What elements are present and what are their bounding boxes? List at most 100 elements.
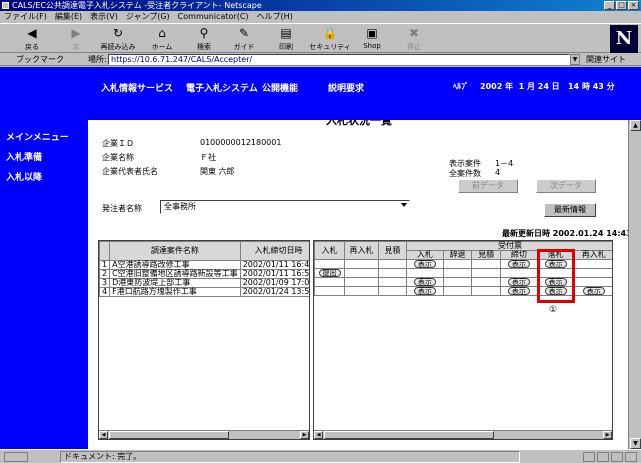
- scroll-left-icon[interactable]: ◀: [99, 431, 108, 439]
- related-sites-button[interactable]: 関連サイト: [586, 53, 626, 66]
- col-case-name: 調達案件名称: [109, 241, 241, 261]
- show-button-締切[interactable]: 表示: [507, 260, 530, 268]
- nav-explanation-request[interactable]: 説明要求: [328, 81, 364, 94]
- menu-file[interactable]: ファイル(F): [4, 11, 47, 23]
- col-receipt-decline: 辞退: [442, 250, 473, 260]
- office-label: 発注者名称: [102, 204, 142, 213]
- menu-help[interactable]: ヘルプ(H): [257, 11, 293, 23]
- page-title: 入札状況一覧: [326, 120, 392, 127]
- help-link[interactable]: ﾍﾙﾌﾟ: [453, 81, 469, 92]
- show-button-入札[interactable]: 表示: [413, 287, 436, 295]
- table-row[interactable]: 4 F港口航路方塊製作工事 2002/01/24 13:50: [99, 287, 309, 297]
- home-button[interactable]: ⌂ ホーム: [144, 26, 180, 52]
- back-button[interactable]: ◀ 戻る: [14, 26, 50, 52]
- component-bar-icon-2[interactable]: [597, 452, 609, 462]
- last-update: 最新更新日時 2002.01.24 14:43: [502, 229, 632, 238]
- stop-button[interactable]: ✖ 停止: [396, 26, 432, 52]
- window-title: CALS/EC公共調達電子入札システム -受注者クライアント- Netscape: [12, 1, 262, 10]
- maximize-button[interactable]: □: [616, 1, 627, 10]
- menu-go[interactable]: ジャンプ(G): [126, 11, 170, 23]
- menu-communicator[interactable]: Communicator(C): [178, 11, 249, 23]
- minimize-button[interactable]: _: [604, 1, 615, 10]
- forward-arrow-icon: ▶: [71, 26, 81, 40]
- reload-button[interactable]: ↻ 再読み込み: [96, 26, 140, 52]
- vertical-scrollbar[interactable]: ▲ ▼: [628, 120, 641, 449]
- scroll-down-icon[interactable]: ▼: [630, 438, 641, 449]
- close-button[interactable]: ×: [628, 1, 639, 10]
- security-icon: 🔒: [322, 26, 338, 40]
- search-icon: ⚲: [199, 26, 209, 40]
- case-table: 調達案件名称 入札締切日時 1 A空港誘導路改修工事 2002/01/11 16:4…: [99, 241, 309, 297]
- bookmarks-button[interactable]: ブックマーク: [16, 53, 64, 66]
- col-receipt-estimate: 見積: [471, 250, 501, 260]
- nav-e-bid-system[interactable]: 電子入札システム: [186, 81, 258, 94]
- scroll-right-icon[interactable]: ▶: [300, 431, 309, 439]
- window-title-bar: CALS/EC公共調達電子入札システム -受注者クライアント- Netscape…: [0, 0, 641, 11]
- col-number: [99, 241, 111, 261]
- show-button-入札[interactable]: 表示: [413, 260, 436, 268]
- component-bar-icon-3[interactable]: [611, 452, 623, 462]
- left-horizontal-scrollbar[interactable]: ◀ ▶: [99, 430, 309, 439]
- location-label: 場所:: [88, 55, 107, 64]
- col-rebid: 再入札: [344, 241, 379, 260]
- component-bar-icon-1[interactable]: [583, 452, 595, 462]
- chevron-down-icon: [401, 203, 407, 207]
- submit-button[interactable]: 提出: [318, 269, 341, 277]
- annotation-marker: ①: [549, 305, 558, 315]
- company-id-label: 企業ＩＤ: [102, 139, 134, 148]
- col-bid: 入札: [314, 241, 345, 260]
- col-estimate: 見積: [378, 241, 407, 260]
- representative-label: 企業代表者氏名: [102, 167, 158, 176]
- total-cases-value: 4: [495, 168, 501, 177]
- nav-public-functions[interactable]: 公開機能: [262, 81, 298, 94]
- company-name-value: Ｆ社: [200, 153, 216, 162]
- search-button[interactable]: ⚲ 検索: [186, 26, 222, 52]
- right-horizontal-scrollbar[interactable]: ◀ ▶: [314, 430, 612, 439]
- menu-edit[interactable]: 編集(E): [55, 11, 82, 23]
- show-button-締切[interactable]: 表示: [507, 287, 530, 295]
- scroll-thumb[interactable]: [109, 431, 229, 439]
- forward-button[interactable]: ▶ 次: [58, 26, 94, 52]
- print-button[interactable]: ▤ 印刷: [268, 26, 304, 52]
- company-name-label: 企業名称: [102, 153, 134, 162]
- menu-view[interactable]: 表示(V): [90, 11, 118, 23]
- shop-button[interactable]: ▣ Shop: [354, 26, 390, 50]
- url-input[interactable]: https://10.6.71.247/CALS/Accepter/: [108, 54, 570, 65]
- scroll-thumb[interactable]: [324, 431, 494, 439]
- location-bar: ブックマーク 場所: https://10.6.71.247/CALS/Acce…: [0, 53, 641, 66]
- sidebar-item-after-bid[interactable]: 入札以降: [6, 170, 42, 183]
- latest-info-button[interactable]: 最新情報: [544, 203, 596, 217]
- nav-bid-info-service[interactable]: 入札情報サービス: [101, 81, 173, 94]
- stop-icon: ✖: [408, 26, 420, 40]
- scroll-left-icon[interactable]: ◀: [314, 431, 323, 439]
- scroll-up-icon[interactable]: ▲: [630, 120, 641, 131]
- status-text: ドキュメント: 完了。: [60, 451, 520, 463]
- case-list-panel: 調達案件名称 入札締切日時 1 A空港誘導路改修工事 2002/01/11 16:4…: [98, 240, 310, 440]
- security-lock-icon[interactable]: [4, 452, 28, 462]
- sidebar-item-main-menu[interactable]: メインメニュー: [6, 130, 69, 143]
- company-id-value: 0100000012180001: [200, 138, 282, 147]
- sidebar: メインメニュー 入札準備 入札以降: [0, 120, 88, 449]
- guide-icon: ✎: [238, 26, 250, 40]
- total-cases-label: 全案件数: [449, 169, 481, 178]
- netscape-logo: N: [610, 25, 638, 53]
- office-select[interactable]: 全事務所: [160, 200, 410, 214]
- home-icon: ⌂: [158, 26, 166, 40]
- scroll-right-icon[interactable]: ▶: [603, 431, 612, 439]
- url-dropdown-icon[interactable]: ▼: [570, 54, 580, 65]
- print-icon: ▤: [280, 26, 292, 40]
- show-button-入札[interactable]: 表示: [413, 278, 436, 286]
- prev-data-button[interactable]: 前データ: [458, 179, 518, 193]
- show-button-再入札[interactable]: 表示: [582, 287, 605, 295]
- col-receipt-rebid: 再入札: [573, 250, 612, 260]
- representative-value: 関東 六郎: [200, 167, 235, 176]
- guide-button[interactable]: ✎ ガイド: [226, 26, 262, 52]
- back-arrow-icon: ◀: [27, 26, 37, 40]
- status-bar: ドキュメント: 完了。: [0, 449, 641, 463]
- next-data-button[interactable]: 次データ: [536, 179, 596, 193]
- component-bar-icon-4[interactable]: [625, 452, 637, 462]
- sidebar-item-bid-preparation[interactable]: 入札準備: [6, 150, 42, 163]
- show-button-締切[interactable]: 表示: [507, 278, 530, 286]
- app-icon: [2, 2, 9, 9]
- security-button[interactable]: 🔒 セキュリティ: [308, 26, 352, 52]
